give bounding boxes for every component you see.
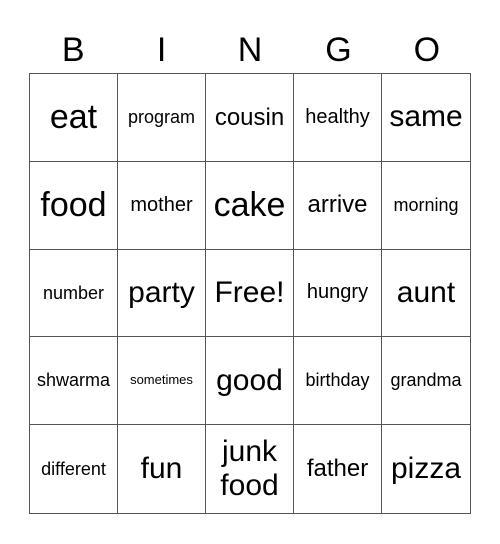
bingo-cell: party [118,249,206,338]
bingo-header: B I N G O [29,28,471,72]
free-space: Free! [206,249,294,338]
bingo-cell: cousin [206,74,294,162]
bingo-cell: different [30,425,118,513]
bingo-cell: shwarma [30,337,118,426]
bingo-cell: sometimes [118,337,206,426]
bingo-cell: grandma [382,337,470,426]
bingo-cell: healthy [294,74,382,162]
bingo-cell: food [30,161,118,250]
bingo-cell: arrive [294,161,382,250]
bingo-cell: eat [30,74,118,162]
bingo-cell: mother [118,161,206,250]
bingo-cell: junk food [206,425,294,513]
bingo-cell: same [382,74,470,162]
bingo-cell: number [30,249,118,338]
bingo-grid: eat program cousin healthy same food mot… [29,73,471,514]
bingo-cell: cake [206,161,294,250]
bingo-cell: birthday [294,337,382,426]
bingo-cell: morning [382,162,470,250]
bingo-cell: aunt [382,250,470,338]
header-letter-n: N [237,31,263,69]
header-letter-i: I [156,31,167,69]
bingo-cell: program [118,74,206,162]
header-letter-g: G [325,31,352,69]
bingo-cell: good [206,337,294,426]
header-letter-o: O [413,31,441,69]
bingo-cell: father [294,425,382,513]
header-letter-b: B [61,31,85,69]
bingo-cell: pizza [390,451,462,485]
bingo-cell: hungry [294,249,382,338]
bingo-cell: fun [118,425,206,513]
